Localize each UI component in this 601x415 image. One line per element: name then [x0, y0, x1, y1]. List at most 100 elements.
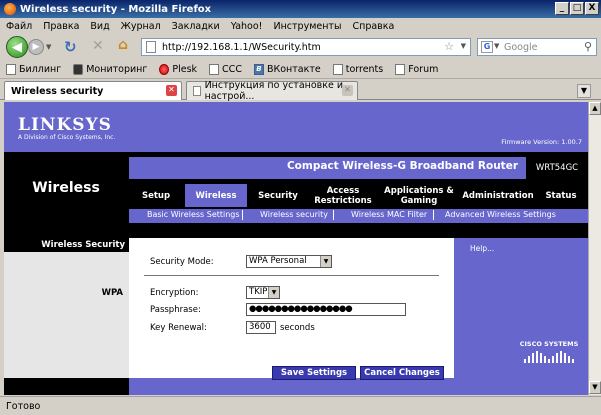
- key-renewal-input[interactable]: 3600: [246, 321, 276, 334]
- stop-icon[interactable]: ✕: [92, 38, 104, 54]
- tab-list-button[interactable]: ▼: [577, 84, 591, 98]
- help-link[interactable]: Help...: [470, 244, 494, 253]
- menu-yahoo[interactable]: Yahoo!: [231, 21, 263, 32]
- page-icon: [395, 64, 406, 75]
- footer-left: [4, 378, 129, 395]
- window-title: Wireless security - Mozilla Firefox: [20, 3, 212, 15]
- menu-file[interactable]: Файл: [6, 21, 32, 32]
- forward-button[interactable]: ▶: [28, 39, 44, 55]
- menu-tools[interactable]: Инструменты: [273, 21, 341, 32]
- subtab-divider: [433, 210, 434, 220]
- hat-icon: [73, 64, 84, 75]
- encryption-label: Encryption:: [150, 288, 199, 298]
- bookmark-forum[interactable]: Forum: [395, 64, 438, 75]
- security-mode-label: Security Mode:: [150, 257, 214, 267]
- search-placeholder: Google: [504, 41, 538, 53]
- bookmark-ccc[interactable]: CCC: [209, 64, 242, 75]
- cisco-logo-text: CISCO SYSTEMS: [519, 340, 579, 348]
- subtab-divider: [242, 210, 243, 220]
- vertical-scrollbar[interactable]: ▲ ▼: [588, 102, 601, 395]
- linksys-subtitle: A Division of Cisco Systems, Inc.: [18, 134, 116, 141]
- close-tab-icon[interactable]: ✕: [166, 85, 177, 96]
- back-button[interactable]: ◀: [6, 36, 28, 58]
- url-text: http://192.168.1.1/WSecurity.htm: [162, 41, 321, 53]
- page-icon: [146, 41, 156, 53]
- bookmark-vkontakte[interactable]: B ВКонтакте: [253, 64, 321, 75]
- passphrase-label: Passphrase:: [150, 305, 201, 315]
- home-icon[interactable]: ⌂: [118, 37, 128, 53]
- menu-edit[interactable]: Правка: [43, 21, 79, 32]
- page-icon: [209, 64, 220, 75]
- footer-bar: [129, 378, 588, 395]
- arrow-left-icon: ◀: [12, 39, 22, 55]
- menu-help[interactable]: Справка: [352, 21, 394, 32]
- cisco-bars-icon: [518, 351, 580, 363]
- url-bar[interactable]: http://192.168.1.1/WSecurity.htm ☆ ▼: [141, 38, 471, 56]
- google-icon[interactable]: G: [481, 41, 493, 53]
- search-input[interactable]: G ▼ Google ⚲: [477, 38, 597, 56]
- reload-icon[interactable]: ↻: [64, 38, 77, 56]
- menu-history[interactable]: Журнал: [121, 21, 161, 32]
- firefox-icon: [4, 3, 16, 15]
- menu-view[interactable]: Вид: [90, 21, 109, 32]
- menu-bookmarks[interactable]: Закладки: [172, 21, 220, 32]
- passphrase-input[interactable]: ●●●●●●●●●●●●●●●●: [246, 303, 406, 316]
- status-text: Готово: [6, 400, 41, 412]
- chevron-down-icon[interactable]: ▼: [461, 42, 466, 50]
- model-name: WRT54GC: [526, 153, 588, 183]
- tab-wireless[interactable]: Wireless: [185, 184, 247, 207]
- cancel-changes-button[interactable]: Cancel Changes: [360, 366, 444, 380]
- scroll-up-icon[interactable]: ▲: [589, 102, 601, 115]
- form-divider: [144, 275, 439, 276]
- scroll-down-icon[interactable]: ▼: [589, 381, 601, 394]
- subtab-divider: [333, 210, 334, 220]
- star-icon[interactable]: ☆: [444, 40, 454, 53]
- maximize-button[interactable]: □: [570, 2, 584, 15]
- tab-access-restrictions[interactable]: Access Restrictions: [309, 184, 377, 207]
- linksys-logo: LINKSYS: [18, 115, 112, 135]
- tab-strip: Wireless security ✕ Инструкция по устано…: [0, 80, 601, 102]
- tab-security[interactable]: Security: [249, 184, 307, 207]
- tab-applications-gaming[interactable]: Applications & Gaming: [379, 184, 459, 207]
- torrent-icon: [332, 64, 343, 75]
- subtab-basic-wireless-settings[interactable]: Basic Wireless Settings: [147, 210, 240, 219]
- tab-wireless-security[interactable]: Wireless security ✕: [4, 81, 182, 100]
- page-viewport: LINKSYS A Division of Cisco Systems, Inc…: [4, 102, 588, 395]
- plesk-icon: [159, 64, 170, 75]
- firmware-version: Firmware Version: 1.00.7: [501, 138, 582, 146]
- product-name: Compact Wireless-G Broadband Router: [286, 160, 518, 172]
- bookmark-torrents[interactable]: torrents: [332, 64, 383, 75]
- subtab-wireless-mac-filter[interactable]: Wireless MAC Filter: [351, 210, 427, 219]
- tab-instructions[interactable]: Инструкция по установке и настрой... ✕: [186, 80, 358, 102]
- search-engine-dropdown-icon[interactable]: ▼: [494, 42, 499, 50]
- minimize-button[interactable]: _: [555, 2, 569, 15]
- vk-icon: B: [253, 64, 264, 75]
- chevron-down-icon: ▼: [320, 256, 331, 267]
- bookmark-billing[interactable]: Биллинг: [6, 64, 61, 75]
- chevron-down-icon: ▼: [268, 287, 279, 298]
- page-icon: [193, 86, 201, 96]
- navigation-toolbar: ◀ ▶ ▼ ↻ ✕ ⌂ http://192.168.1.1/WSecurity…: [0, 34, 601, 60]
- bookmark-monitoring[interactable]: Мониторинг: [73, 64, 147, 75]
- wpa-label: WPA: [101, 288, 123, 298]
- save-settings-button[interactable]: Save Settings: [272, 366, 356, 380]
- menu-bar: Файл Правка Вид Журнал Закладки Yahoo! И…: [0, 18, 601, 34]
- subtab-advanced-wireless-settings[interactable]: Advanced Wireless Settings: [445, 210, 556, 219]
- key-renewal-unit: seconds: [280, 323, 315, 333]
- close-tab-icon[interactable]: ✕: [342, 85, 353, 96]
- tab-status[interactable]: Status: [537, 184, 585, 207]
- security-mode-select[interactable]: WPA Personal ▼: [246, 255, 332, 268]
- search-icon[interactable]: ⚲: [584, 40, 592, 53]
- arrow-right-icon: ▶: [32, 42, 40, 52]
- status-bar: Готово: [0, 396, 601, 415]
- subtab-wireless-security[interactable]: Wireless security: [260, 210, 328, 219]
- router-sub-tabs: Basic Wireless Settings Wireless securit…: [129, 209, 588, 223]
- history-dropdown-icon[interactable]: ▼: [46, 43, 51, 51]
- close-button[interactable]: X: [585, 2, 599, 15]
- encryption-select[interactable]: TKIP ▼: [246, 286, 280, 299]
- tab-administration[interactable]: Administration: [461, 184, 535, 207]
- bookmark-plesk[interactable]: Plesk: [159, 64, 197, 75]
- left-panel: [4, 238, 129, 395]
- bookmarks-bar: Биллинг Мониторинг Plesk CCC B ВКонтакте …: [0, 61, 601, 79]
- tab-setup[interactable]: Setup: [129, 184, 183, 207]
